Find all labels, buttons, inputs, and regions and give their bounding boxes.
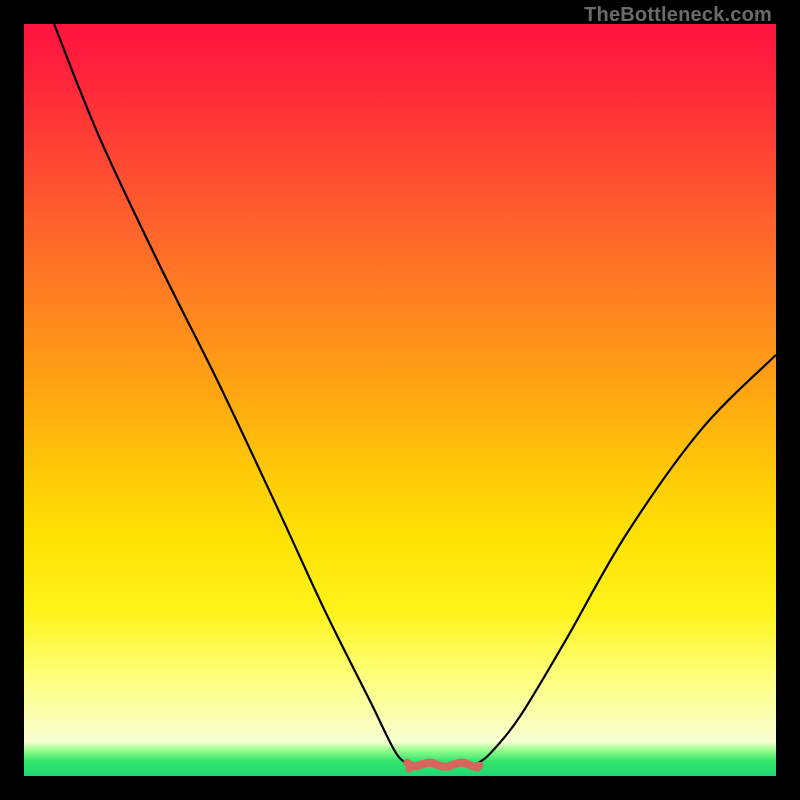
chart-frame: TheBottleneck.com — [0, 0, 800, 800]
plot-area — [24, 24, 776, 776]
curve-layer — [24, 24, 776, 776]
curve-right-branch — [475, 355, 776, 765]
minimum-marker — [407, 763, 479, 767]
watermark-text: TheBottleneck.com — [584, 4, 772, 27]
curve-left-branch — [54, 24, 411, 765]
